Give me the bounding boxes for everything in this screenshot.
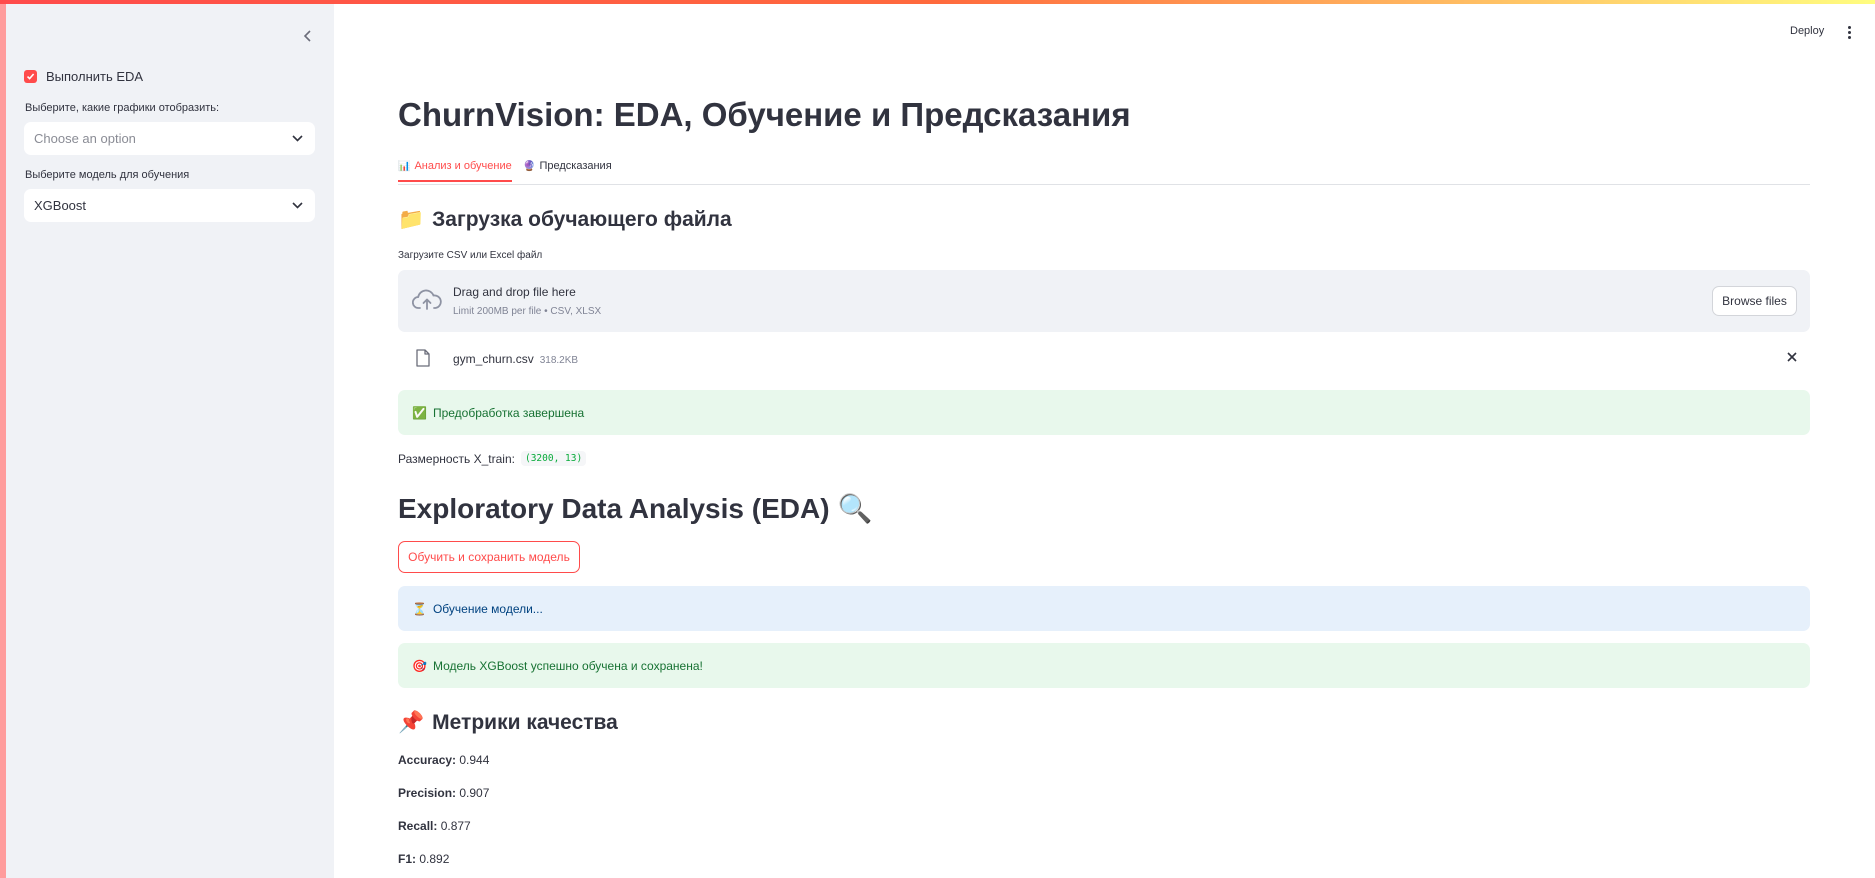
tab-label: Анализ и обучение — [414, 160, 512, 172]
metric-accuracy: Accuracy: 0.944 — [398, 753, 489, 767]
chevron-down-icon — [292, 202, 303, 209]
charts-select-label: Выберите, какие графики отобразить: — [25, 102, 220, 114]
charts-multiselect[interactable]: Choose an option — [24, 122, 315, 155]
eda-heading: Exploratory Data Analysis (EDA) 🔍 — [398, 492, 872, 525]
top-accent-bar — [0, 0, 1875, 4]
preprocess-success-alert: ✅ Предобработка завершена — [398, 390, 1810, 435]
metric-value: 0.892 — [419, 852, 450, 866]
metric-name: F1: — [398, 852, 416, 866]
deploy-button[interactable]: Deploy — [1790, 25, 1824, 37]
pushpin-icon: 📌 — [398, 710, 425, 734]
sidebar: Выполнить EDA Выберите, какие графики от… — [6, 0, 334, 878]
charts-select-placeholder: Choose an option — [34, 131, 136, 146]
chevron-left-icon — [303, 30, 311, 42]
dropzone-limit-text: Limit 200MB per file • CSV, XLSX — [453, 306, 602, 317]
close-icon[interactable] — [1784, 349, 1800, 365]
eda-checkbox-label: Выполнить EDA — [46, 69, 144, 84]
dropzone-title: Drag and drop file here — [453, 285, 576, 299]
check-icon[interactable] — [24, 70, 37, 83]
tab-bar: 📊 Анализ и обучение 🔮 Предсказания — [398, 156, 1810, 185]
upload-caption: Загрузите CSV или Excel файл — [398, 250, 543, 261]
kebab-menu-icon[interactable] — [1842, 25, 1856, 39]
preprocess-message: Предобработка завершена — [432, 405, 585, 420]
bar-chart-icon: 📊 — [398, 160, 411, 172]
check-mark-icon: ✅ — [412, 405, 427, 420]
model-select[interactable]: XGBoost — [24, 189, 315, 222]
hourglass-icon: ⏳ — [412, 601, 427, 616]
cloud-upload-icon — [412, 289, 442, 310]
trained-message: Модель XGBoost успешно обучена и сохране… — [432, 658, 703, 673]
eda-heading-text: Exploratory Data Analysis (EDA) — [398, 492, 830, 524]
collapse-sidebar-button[interactable] — [296, 24, 320, 48]
metric-f1: F1: 0.892 — [398, 852, 449, 866]
model-select-label: Выберите модель для обучения — [25, 169, 190, 181]
training-message: Обучение модели... — [432, 601, 543, 616]
eda-checkbox[interactable]: Выполнить EDA — [24, 69, 143, 84]
file-name-text: gym_churn.csv — [453, 352, 534, 366]
metric-value: 0.944 — [459, 753, 490, 767]
file-size: 318.2KB — [539, 355, 579, 366]
model-trained-success-alert: 🎯 Модель XGBoost успешно обучена и сохра… — [398, 643, 1810, 688]
tab-label: Предсказания — [539, 160, 612, 172]
file-dropzone[interactable]: Drag and drop file here Limit 200MB per … — [398, 270, 1810, 332]
metric-recall: Recall: 0.877 — [398, 819, 471, 833]
crystal-ball-icon: 🔮 — [523, 160, 536, 172]
upload-heading-text: Загрузка обучающего файла — [432, 207, 732, 231]
model-select-value: XGBoost — [34, 198, 87, 213]
browse-files-button[interactable]: Browse files — [1712, 286, 1797, 316]
page-title: ChurnVision: EDA, Обучение и Предсказани… — [398, 96, 1131, 133]
metric-value: 0.877 — [440, 819, 471, 833]
metrics-heading: 📌 Метрики качества — [398, 710, 618, 735]
chevron-down-icon — [292, 135, 303, 142]
tab-predictions[interactable]: 🔮 Предсказания — [523, 160, 612, 180]
xtrain-shape-label: Размерность X_train: — [398, 451, 515, 466]
metric-name: Recall: — [398, 819, 438, 833]
metric-name: Precision: — [398, 786, 457, 800]
file-icon — [416, 349, 430, 367]
xtrain-shape-value: (3200, 13) — [520, 451, 587, 466]
metrics-heading-text: Метрики качества — [432, 710, 618, 734]
target-icon: 🎯 — [412, 658, 427, 673]
uploaded-file-row: gym_churn.csv 318.2KB — [398, 340, 1810, 374]
training-info-alert: ⏳ Обучение модели... — [398, 586, 1810, 631]
folder-icon: 📁 — [398, 207, 425, 231]
tab-analysis-training[interactable]: 📊 Анализ и обучение — [398, 160, 512, 182]
uploaded-file-name: gym_churn.csv 318.2KB — [453, 352, 578, 366]
metric-value: 0.907 — [459, 786, 490, 800]
metric-name: Accuracy: — [398, 753, 457, 767]
metric-precision: Precision: 0.907 — [398, 786, 489, 800]
xtrain-shape: Размерность X_train: (3200, 13) — [398, 451, 587, 466]
train-save-model-button[interactable]: Обучить и сохранить модель — [398, 541, 580, 573]
magnifier-icon: 🔍 — [837, 492, 873, 525]
upload-heading: 📁 Загрузка обучающего файла — [398, 207, 732, 232]
